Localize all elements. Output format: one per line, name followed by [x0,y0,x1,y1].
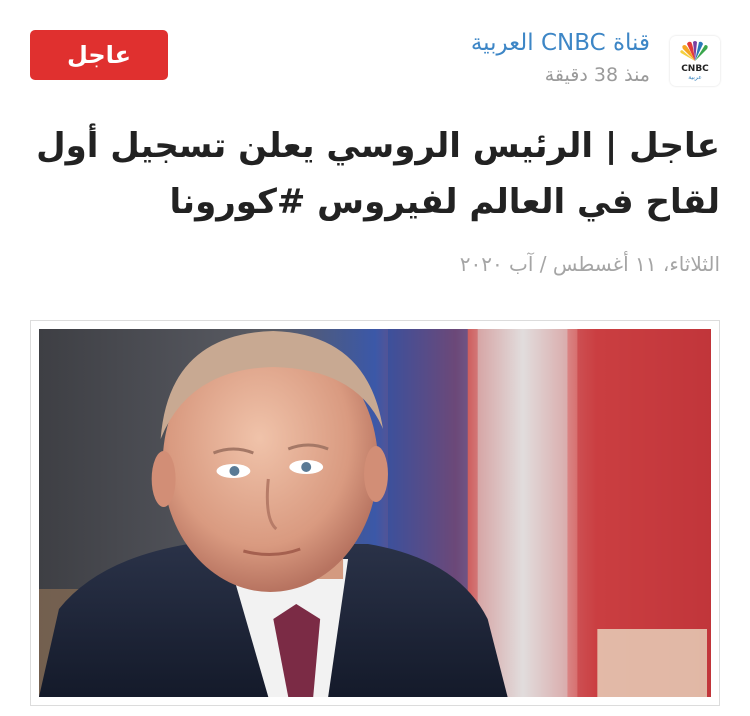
article-image-frame[interactable] [30,320,720,706]
source-name-link[interactable]: قناة CNBC العربية [471,30,650,56]
article-headline[interactable]: عاجل | الرئيس الروسي يعلن تسجيل أول لقاح… [30,118,720,230]
timestamp: منذ 38 دقيقة [544,64,650,86]
article-date: الثلاثاء، ١١ أغسطس / آب ٢٠٢٠ [459,252,720,276]
logo-text: CNBC [681,64,709,74]
peacock-icon [680,41,708,61]
cnbc-logo[interactable]: CNBC عربية [670,36,720,86]
breaking-badge: عاجل [30,30,168,80]
post-header: CNBC عربية قناة CNBC العربية منذ 38 دقيق… [0,28,750,92]
article-photo [39,329,711,697]
logo-subtext: عربية [688,74,702,81]
